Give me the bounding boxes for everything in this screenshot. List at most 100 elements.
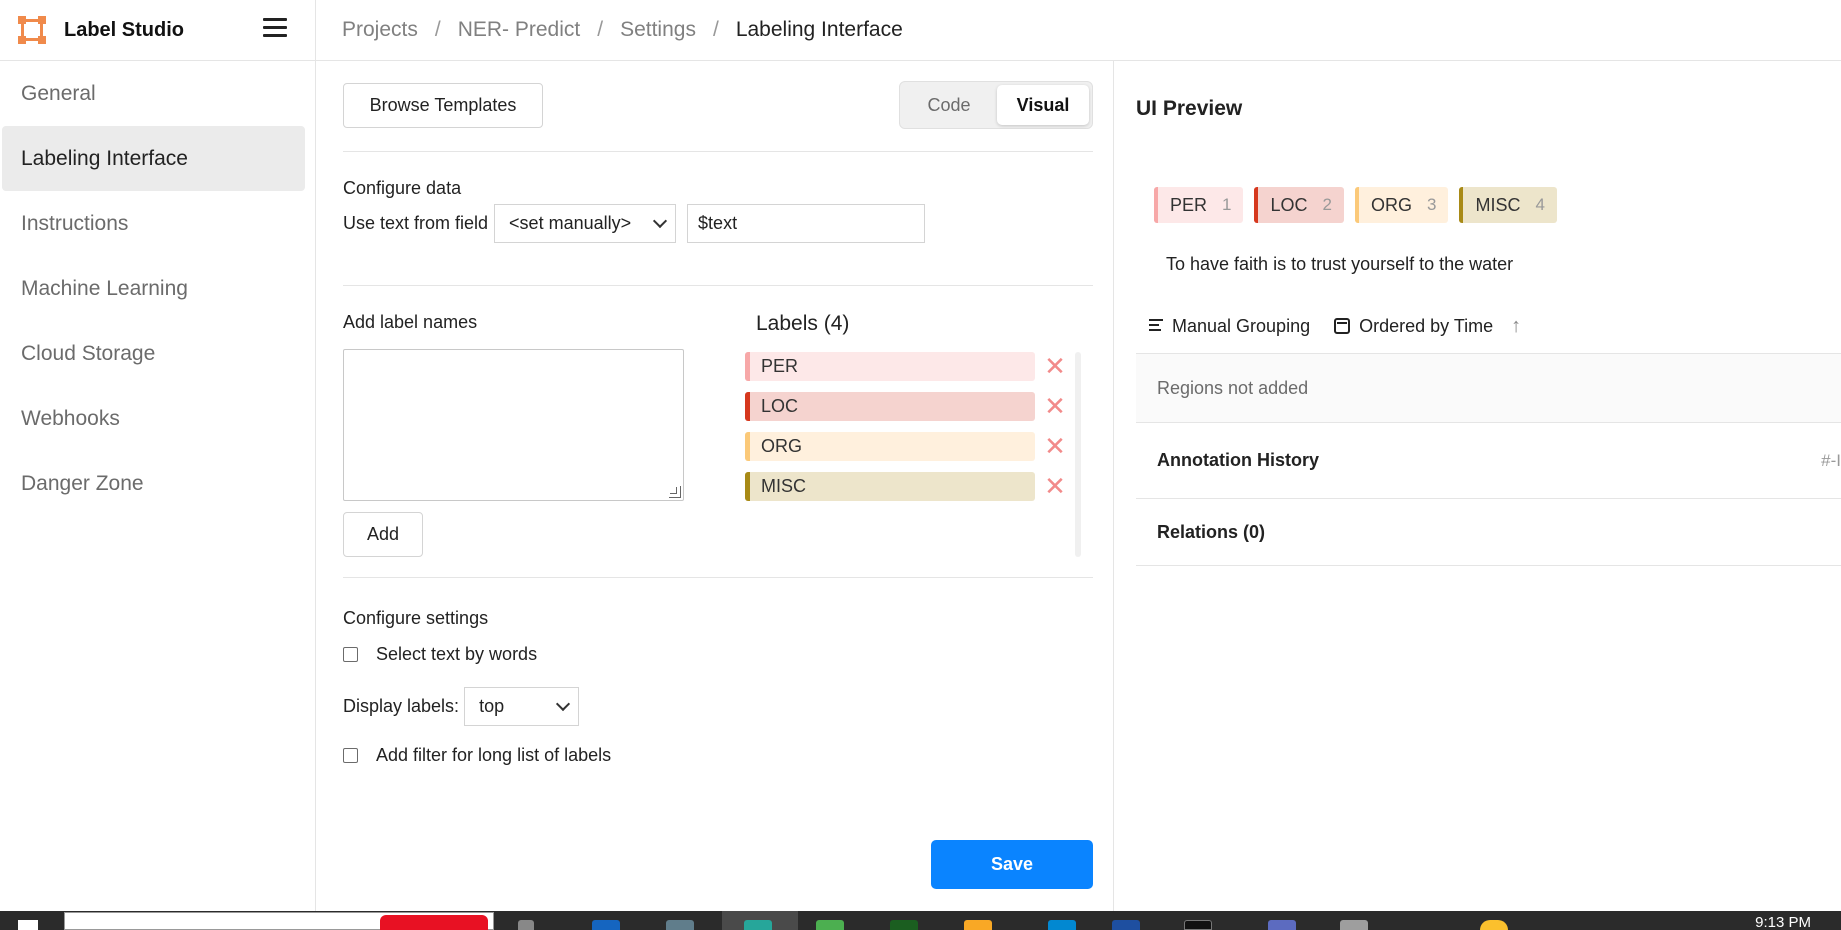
sidebar-item-cloud-storage[interactable]: Cloud Storage	[2, 321, 305, 386]
label-item-org[interactable]: ORG	[745, 432, 1035, 461]
taskbar-browser-icon[interactable]	[744, 920, 772, 930]
taskbar-app-icon[interactable]	[890, 920, 918, 930]
calendar-icon	[1334, 318, 1351, 334]
display-labels-select[interactable]: top	[464, 687, 580, 726]
data-field-row: Use text from field <set manually> $text	[343, 204, 926, 243]
display-labels-row: Display labels: top	[343, 687, 580, 726]
resize-handle-icon[interactable]	[669, 486, 681, 498]
save-button[interactable]: Save	[931, 840, 1093, 889]
label-names-textarea[interactable]	[343, 349, 684, 501]
use-text-from-field-label: Use text from field	[343, 213, 489, 233]
sidebar-item-machine-learning[interactable]: Machine Learning	[2, 256, 305, 321]
data-field-select[interactable]: <set manually>	[494, 204, 677, 243]
data-field-input[interactable]: $text	[687, 204, 926, 243]
select-by-words-label: Select text by words	[376, 644, 538, 664]
labeling-config-panel: Browse Templates Code Visual Configure d…	[316, 61, 1114, 911]
arrow-up-icon[interactable]: ↑	[1511, 315, 1521, 338]
sidebar-item-labeling-interface[interactable]: Labeling Interface	[2, 126, 305, 191]
sidebar-item-danger-zone[interactable]: Danger Zone	[2, 451, 305, 516]
chip-hotkey: 2	[1322, 195, 1332, 214]
browse-templates-button[interactable]: Browse Templates	[343, 83, 543, 128]
regions-empty-state: Regions not added	[1136, 354, 1841, 423]
taskbar-clock[interactable]: 9:13 PM	[1755, 914, 1811, 930]
label-name: LOC	[761, 396, 799, 416]
breadcrumb: Projects / NER- Predict / Settings / Lab…	[316, 18, 903, 42]
mode-visual-button[interactable]: Visual	[997, 85, 1089, 125]
taskbar-app-icon[interactable]	[592, 920, 620, 930]
taskbar-terminal-icon[interactable]	[1184, 920, 1212, 930]
label-studio-logo-icon[interactable]	[18, 16, 46, 44]
taskbar-app-icon[interactable]	[666, 920, 694, 930]
annotation-history-section[interactable]: Annotation History #-I	[1136, 423, 1841, 499]
chip-color-bar	[1459, 187, 1464, 223]
divider	[343, 577, 1093, 578]
select-by-words-checkbox[interactable]	[343, 647, 358, 662]
preview-sample-text[interactable]: To have faith is to trust yourself to th…	[1166, 254, 1513, 275]
breadcrumb-settings[interactable]: Settings	[620, 18, 696, 42]
preview-chip-org[interactable]: ORG 3	[1354, 187, 1449, 223]
taskbar-app-icon[interactable]	[816, 920, 844, 930]
app-root: Label Studio Projects / NER- Predict / S…	[0, 0, 1841, 930]
breadcrumb-project[interactable]: NER- Predict	[458, 18, 581, 42]
close-icon[interactable]: ✕	[1042, 431, 1068, 461]
ordered-by-time-button[interactable]: Ordered by Time	[1334, 316, 1493, 337]
chip-name: MISC	[1475, 194, 1521, 215]
mode-toggle: Code Visual	[899, 81, 1093, 129]
close-icon[interactable]: ✕	[1042, 471, 1068, 501]
sidebar-item-instructions[interactable]: Instructions	[2, 191, 305, 256]
preview-chip-misc[interactable]: MISC 4	[1459, 187, 1557, 223]
label-item-loc[interactable]: LOC	[745, 392, 1035, 421]
label-color-bar	[745, 392, 750, 421]
breadcrumb-projects[interactable]: Projects	[342, 18, 418, 42]
menu-icon[interactable]	[263, 17, 287, 42]
labels-scrollbar[interactable]	[1075, 352, 1081, 557]
taskbar-app-icon[interactable]	[1048, 920, 1076, 930]
mode-code-button[interactable]: Code	[903, 85, 995, 125]
label-name: ORG	[761, 436, 803, 456]
breadcrumb-current: Labeling Interface	[735, 18, 903, 41]
label-row: LOC ✕	[745, 391, 1095, 421]
filter-labels-checkbox[interactable]	[343, 748, 358, 763]
taskbar-app-icon[interactable]	[1340, 920, 1368, 930]
settings-sidebar: General Labeling Interface Instructions …	[0, 61, 316, 911]
breadcrumb-separator: /	[597, 18, 604, 41]
taskbar-teams-icon[interactable]	[1268, 920, 1296, 930]
add-labels-button[interactable]: Add	[343, 512, 423, 557]
label-row: MISC ✕	[745, 471, 1095, 501]
close-icon[interactable]: ✕	[1042, 391, 1068, 421]
chip-hotkey: 3	[1426, 195, 1437, 214]
close-icon[interactable]: ✕	[1042, 351, 1068, 381]
sidebar-item-general[interactable]: General	[2, 61, 305, 126]
display-labels-value: top	[479, 696, 505, 716]
label-item-per[interactable]: PER	[745, 352, 1035, 381]
chip-name: PER	[1170, 194, 1208, 215]
taskbar-weather-icon[interactable]	[1480, 920, 1508, 930]
manual-grouping-label: Manual Grouping	[1172, 315, 1311, 336]
taskbar-word-icon[interactable]	[1112, 920, 1140, 930]
manual-grouping-button[interactable]: Manual Grouping	[1149, 316, 1310, 337]
preview-chip-loc[interactable]: LOC 2	[1254, 187, 1344, 223]
labels-list: PER ✕ LOC ✕ ORG ✕ MISC ✕	[745, 351, 1095, 557]
labels-title: Labels (4)	[756, 312, 850, 335]
data-field-select-value: <set manually>	[509, 213, 632, 233]
chevron-down-icon	[555, 696, 571, 712]
label-color-bar	[745, 432, 750, 461]
label-item-misc[interactable]: MISC	[745, 472, 1035, 501]
relations-section[interactable]: Relations (0)	[1136, 499, 1841, 566]
regions-toolbar: Manual Grouping Ordered by Time ↑	[1136, 299, 1841, 354]
brand: Label Studio	[0, 0, 316, 61]
label-row: PER ✕	[745, 351, 1095, 381]
ui-preview-title: UI Preview	[1136, 97, 1243, 120]
taskbar-task-view-icon[interactable]	[518, 920, 534, 930]
preview-chip-per[interactable]: PER 1	[1154, 187, 1244, 223]
select-by-words-row: Select text by words	[343, 644, 537, 665]
sidebar-item-webhooks[interactable]: Webhooks	[2, 386, 305, 451]
app-name: Label Studio	[64, 18, 184, 41]
divider	[343, 285, 1093, 286]
taskbar-search-badge-icon	[380, 915, 488, 930]
top-bar: Label Studio Projects / NER- Predict / S…	[0, 0, 1841, 61]
breadcrumb-separator: /	[434, 18, 441, 41]
windows-start-icon[interactable]	[18, 920, 38, 930]
taskbar-folder-icon[interactable]	[964, 920, 992, 930]
chip-color-bar	[1154, 187, 1158, 223]
